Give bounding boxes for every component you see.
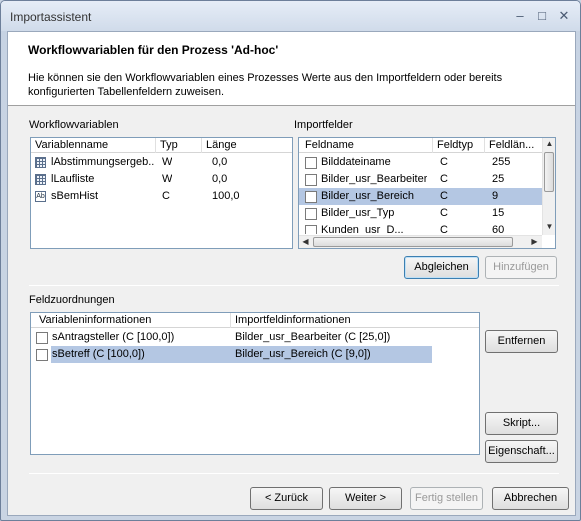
window-title: Importassistent <box>10 10 92 24</box>
table-icon <box>35 174 46 185</box>
list-item[interactable]: Bilder_usr_Typ C 15 <box>299 205 543 222</box>
list-item-selected[interactable]: sBetreff (C [100,0]) Bilder_usr_Bereich … <box>31 346 479 363</box>
column-variablenname[interactable]: Variablenname <box>31 138 156 153</box>
list-item[interactable]: lLaufliste W 0,0 <box>31 171 292 188</box>
eigenschaften-button[interactable]: Eigenschaft... <box>485 440 558 463</box>
list-item[interactable]: Ab sBemHist C 100,0 <box>31 188 292 205</box>
feldzuordnungen-label: Feldzuordnungen <box>29 294 115 306</box>
field-laenge: 9 <box>492 190 499 202</box>
var-laenge: 0,0 <box>212 173 228 185</box>
row-checkbox[interactable] <box>305 174 317 186</box>
finish-button[interactable]: Fertig stellen <box>410 487 483 510</box>
footer-divider <box>29 473 559 474</box>
row-checkbox[interactable] <box>305 157 317 169</box>
var-name: lLaufliste <box>51 173 95 185</box>
field-typ: C <box>440 224 448 234</box>
column-feldname[interactable]: Feldname <box>299 138 433 153</box>
field-typ: C <box>440 156 448 168</box>
section-divider <box>29 285 559 286</box>
scroll-left-icon[interactable]: ◀ <box>299 237 312 246</box>
list-item[interactable]: Bilddateiname C 255 <box>299 154 543 171</box>
var-name: sBemHist <box>51 190 99 202</box>
abgleichen-button[interactable]: Abgleichen <box>404 256 479 279</box>
list-item[interactable]: Kunden_usr_D... C 60 <box>299 222 543 234</box>
mapping-importfeld: Bilder_usr_Bereich (C [9,0]) <box>235 348 371 360</box>
field-name: Bilder_usr_Bereich <box>321 190 414 202</box>
skript-button[interactable]: Skript... <box>485 412 558 435</box>
field-name: Bilddateiname <box>321 156 391 168</box>
entfernen-button[interactable]: Entfernen <box>485 330 558 353</box>
workflow-vars-label: Workflowvariablen <box>29 119 119 131</box>
field-laenge: 60 <box>492 224 505 234</box>
column-variableninformationen[interactable]: Variableninformationen <box>31 313 231 328</box>
feldzuordnungen-list[interactable]: Variableninformationen Importfeldinforma… <box>30 312 480 455</box>
var-typ: W <box>162 173 173 185</box>
wizard-client-area: Workflowvariablen für den Prozess 'Ad-ho… <box>7 31 576 516</box>
list-item[interactable]: lAbstimmungsergeb... W 0,0 <box>31 154 292 171</box>
var-laenge: 100,0 <box>212 190 240 202</box>
mapping-importfeld: Bilder_usr_Bearbeiter (C [25,0]) <box>235 331 391 343</box>
wizard-header: Workflowvariablen für den Prozess 'Ad-ho… <box>8 32 575 106</box>
table-icon <box>35 157 46 168</box>
title-bar[interactable]: Importassistent – □ ✕ <box>1 1 580 31</box>
column-feldtyp[interactable]: Feldtyp <box>433 138 485 153</box>
import-wizard-window: Importassistent – □ ✕ Workflowvariablen … <box>0 0 581 521</box>
importfelder-list[interactable]: Feldname Feldtyp Feldlän... Bilddateinam… <box>298 137 556 249</box>
minimize-icon[interactable]: – <box>509 7 531 25</box>
importfelder-label: Importfelder <box>294 119 353 131</box>
back-button[interactable]: < Zurück <box>250 487 323 510</box>
row-checkbox[interactable] <box>305 191 317 203</box>
row-checkbox[interactable] <box>36 332 48 344</box>
column-importfeldinformationen[interactable]: Importfeldinformationen <box>231 313 479 328</box>
hinzufuegen-button[interactable]: Hinzufügen <box>485 256 557 279</box>
scroll-up-icon[interactable]: ▲ <box>543 139 555 148</box>
list-item[interactable]: sAntragsteller (C [100,0]) Bilder_usr_Be… <box>31 329 479 346</box>
workflow-vars-list[interactable]: Variablenname Typ Länge lAbstimmungserge… <box>30 137 293 249</box>
field-typ: C <box>440 173 448 185</box>
list-item-selected[interactable]: Bilder_usr_Bereich C 9 <box>299 188 543 205</box>
row-checkbox[interactable] <box>305 225 317 234</box>
field-typ: C <box>440 207 448 219</box>
close-icon[interactable]: ✕ <box>553 7 575 25</box>
list-item[interactable]: Bilder_usr_Bearbeiter C 25 <box>299 171 543 188</box>
importfelder-header: Feldname Feldtyp Feldlän... <box>299 138 543 153</box>
column-laenge[interactable]: Länge <box>202 138 292 153</box>
field-typ: C <box>440 190 448 202</box>
page-description: Hie können sie den Workflowvariablen ein… <box>28 72 503 98</box>
field-laenge: 25 <box>492 173 505 185</box>
field-name: Bilder_usr_Bearbeiter <box>321 173 428 185</box>
scrollbar-thumb[interactable] <box>544 152 554 192</box>
maximize-icon[interactable]: □ <box>531 7 553 25</box>
var-name: lAbstimmungsergeb... <box>51 156 155 168</box>
field-name: Kunden_usr_D... <box>321 224 404 234</box>
mapping-variable: sAntragsteller (C [100,0]) <box>52 331 175 343</box>
next-button[interactable]: Weiter > <box>329 487 402 510</box>
page-title: Workflowvariablen für den Prozess 'Ad-ho… <box>28 43 279 57</box>
importfelder-vertical-scrollbar[interactable]: ▲ ▼ <box>542 138 555 235</box>
importfelder-horizontal-scrollbar[interactable]: ◀ ▶ <box>299 235 542 248</box>
scroll-right-icon[interactable]: ▶ <box>528 237 541 246</box>
field-laenge: 15 <box>492 207 505 219</box>
var-typ: W <box>162 156 173 168</box>
var-laenge: 0,0 <box>212 156 228 168</box>
scrollbar-thumb[interactable] <box>313 237 513 247</box>
cancel-button[interactable]: Abbrechen <box>492 487 569 510</box>
column-typ[interactable]: Typ <box>156 138 202 153</box>
feldzuordnungen-header: Variableninformationen Importfeldinforma… <box>31 313 479 328</box>
scroll-down-icon[interactable]: ▼ <box>543 222 555 231</box>
text-field-icon: Ab <box>35 191 46 202</box>
field-name: Bilder_usr_Typ <box>321 207 395 219</box>
column-feldlaenge[interactable]: Feldlän... <box>485 138 543 153</box>
var-typ: C <box>162 190 170 202</box>
workflow-vars-header: Variablenname Typ Länge <box>31 138 292 153</box>
row-checkbox[interactable] <box>36 349 48 361</box>
field-laenge: 255 <box>492 156 511 168</box>
row-checkbox[interactable] <box>305 208 317 220</box>
